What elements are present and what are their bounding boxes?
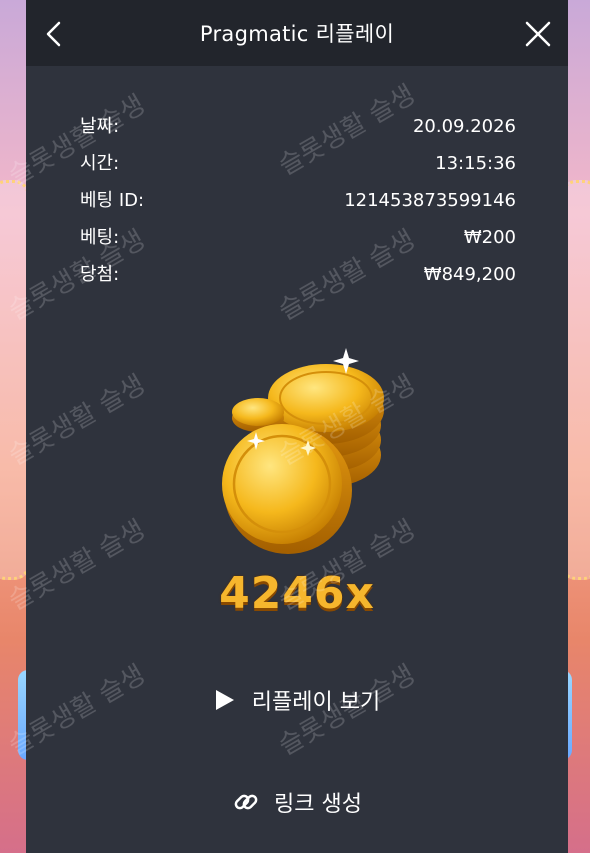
gold-coins-icon [222, 348, 384, 554]
detail-row-bet: 베팅: ₩200 [80, 223, 516, 260]
detail-value: 13:15:36 [435, 153, 516, 174]
detail-row-time: 시간: 13:15:36 [80, 149, 516, 186]
modal-header: Pragmatic 리플레이 [26, 0, 568, 66]
detail-value: ₩849,200 [423, 264, 516, 285]
replay-modal: Pragmatic 리플레이 날짜: 20.09.2026 시간: 13:15:… [26, 0, 568, 853]
detail-row-bet-id: 베팅 ID: 121453873599146 [80, 186, 516, 223]
detail-label: 베팅: [80, 227, 120, 248]
detail-label: 날짜: [80, 116, 120, 137]
watch-replay-button[interactable]: 리플레이 보기 [26, 678, 568, 722]
bet-details: 날짜: 20.09.2026 시간: 13:15:36 베팅 ID: 12145… [80, 112, 516, 297]
detail-value: 121453873599146 [344, 190, 516, 211]
detail-label: 시간: [80, 153, 120, 174]
detail-value: ₩200 [463, 227, 516, 248]
detail-label: 베팅 ID: [80, 190, 145, 211]
detail-row-date: 날짜: 20.09.2026 [80, 112, 516, 149]
modal-title: Pragmatic 리플레이 [199, 22, 395, 46]
close-button[interactable] [518, 14, 558, 54]
close-icon [525, 21, 551, 47]
detail-value: 20.09.2026 [412, 116, 516, 137]
create-link-button[interactable]: 링크 생성 [26, 780, 568, 824]
link-icon [234, 794, 258, 810]
detail-row-win: 당첨: ₩849,200 [80, 260, 516, 297]
detail-label: 당첨: [80, 264, 120, 285]
create-link-label: 링크 생성 [274, 792, 362, 817]
watch-replay-label: 리플레이 보기 [251, 690, 381, 715]
win-multiplier: 4246x [219, 568, 375, 619]
play-icon [215, 690, 234, 710]
